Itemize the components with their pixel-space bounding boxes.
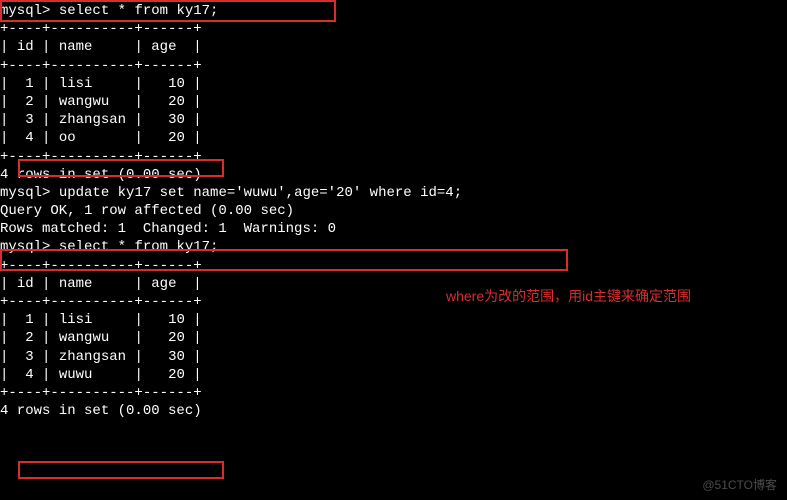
table-row: | 2 | wangwu | 20 | bbox=[0, 329, 787, 347]
rows-matched: Rows matched: 1 Changed: 1 Warnings: 0 bbox=[0, 220, 787, 238]
watermark: @51CTO博客 bbox=[702, 478, 777, 494]
table-border: +----+----------+------+ bbox=[0, 257, 787, 275]
annotation-text: where为改的范围，用id主键来确定范围 bbox=[446, 287, 691, 305]
rows-in-set: 4 rows in set (0.00 sec) bbox=[0, 402, 787, 420]
table-row: | 4 | wuwu | 20 | bbox=[0, 366, 787, 384]
table-row: | 1 | lisi | 10 | bbox=[0, 75, 787, 93]
sql-line-select1: mysql> select * from ky17; bbox=[0, 2, 787, 20]
table-row: | 1 | lisi | 10 | bbox=[0, 311, 787, 329]
table-row: | 3 | zhangsan | 30 | bbox=[0, 348, 787, 366]
table-header: | id | name | age | bbox=[0, 38, 787, 56]
table-row: | 3 | zhangsan | 30 | bbox=[0, 111, 787, 129]
rows-in-set: 4 rows in set (0.00 sec) bbox=[0, 166, 787, 184]
table-border: +----+----------+------+ bbox=[0, 148, 787, 166]
sql-line-update: mysql> update ky17 set name='wuwu',age='… bbox=[0, 184, 787, 202]
highlight-box-row-wuwu bbox=[18, 461, 224, 479]
query-ok: Query OK, 1 row affected (0.00 sec) bbox=[0, 202, 787, 220]
table-border: +----+----------+------+ bbox=[0, 57, 787, 75]
table-border: +----+----------+------+ bbox=[0, 384, 787, 402]
sql-line-select2: mysql> select * from ky17; bbox=[0, 238, 787, 256]
table-row: | 2 | wangwu | 20 | bbox=[0, 93, 787, 111]
table-border: +----+----------+------+ bbox=[0, 20, 787, 38]
table-row: | 4 | oo | 20 | bbox=[0, 129, 787, 147]
